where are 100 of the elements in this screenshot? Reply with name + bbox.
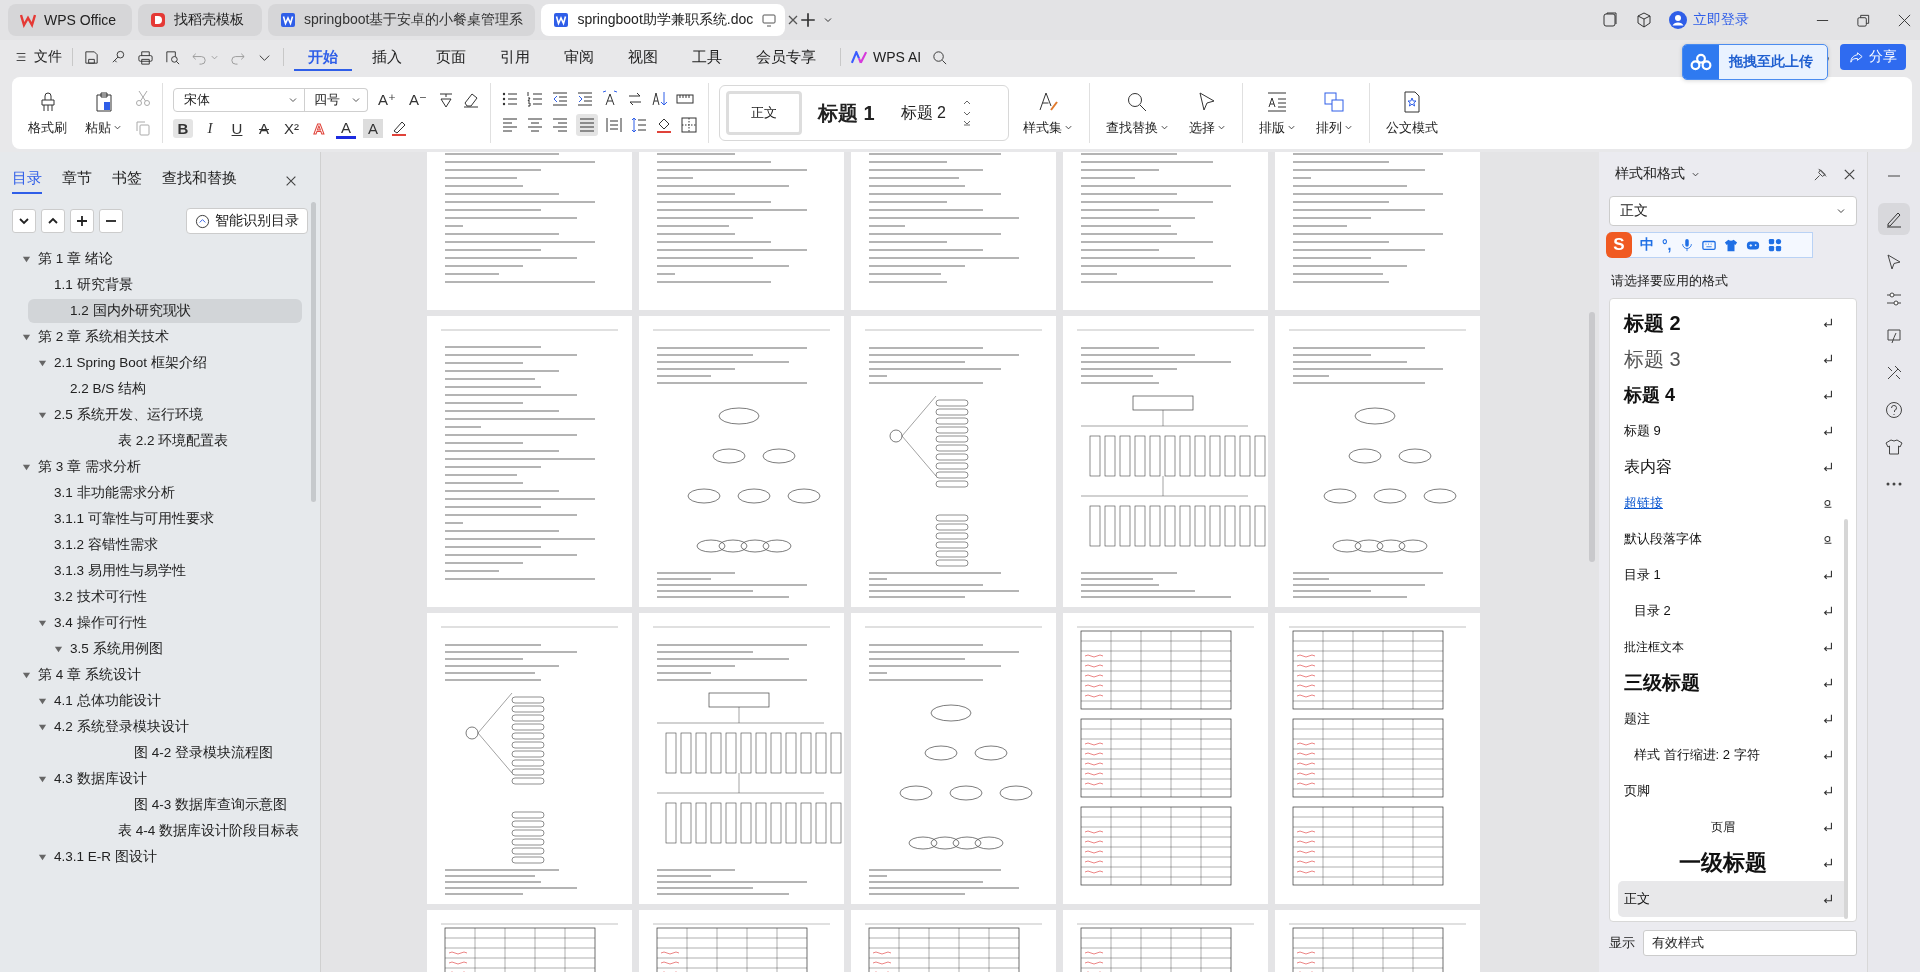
align-center-icon[interactable] (525, 116, 544, 134)
style-item[interactable]: 页眉 (1618, 809, 1848, 845)
search-icon[interactable] (931, 48, 949, 66)
official-mode-button[interactable]: 公文模式 (1379, 87, 1444, 139)
format-button[interactable]: I (200, 118, 220, 138)
font-select[interactable]: 宋体 (173, 87, 305, 112)
close-icon[interactable] (284, 174, 298, 188)
add-button[interactable] (70, 209, 94, 233)
upload-popup[interactable]: 拖拽至此上传 (1682, 44, 1828, 80)
page-thumbnail[interactable] (1063, 613, 1268, 904)
outline-item[interactable]: 4.1 总体功能设计 (38, 689, 171, 713)
style-item[interactable]: 页脚 (1618, 773, 1848, 809)
monitor-icon[interactable] (761, 12, 778, 28)
outline-item[interactable]: 3.1.2 容错性需求 (38, 533, 168, 557)
style-item[interactable]: 目录 2 (1618, 593, 1848, 629)
outline-item[interactable]: 图 4-2 登录模块流程图 (118, 741, 283, 765)
outline-item[interactable]: 4.2 系统登录模块设计 (38, 715, 199, 739)
outline-item[interactable]: 2.2 B/S 结构 (54, 377, 157, 401)
style-option[interactable]: 标题 2 (890, 91, 956, 135)
font-size-select[interactable]: 四号 (304, 87, 368, 112)
triangle-icon[interactable] (22, 332, 31, 342)
outline-item[interactable]: 表 4-4 数据库设计阶段目标表 (102, 819, 309, 843)
wps-ai-button[interactable]: WPS AI (851, 49, 922, 65)
outline-item[interactable]: 图 4-3 数据库查询示意图 (118, 793, 297, 817)
ribbon-tab[interactable]: 开始 (294, 43, 352, 71)
outline-item[interactable]: 2.1 Spring Boot 框架介绍 (38, 351, 217, 375)
file-menu[interactable]: 文件 (14, 48, 62, 66)
scrollbar[interactable] (1589, 312, 1595, 562)
style-item[interactable]: 超链接 (1618, 485, 1848, 521)
page-thumbnail[interactable] (427, 316, 632, 607)
fill-bucket-icon[interactable] (654, 116, 673, 134)
style-item[interactable]: 标题 4 (1618, 377, 1848, 413)
style-item[interactable]: 样式 首行缩进: 2 字符 (1618, 737, 1848, 773)
caret-icon[interactable] (823, 15, 834, 25)
format-button[interactable]: X² (281, 118, 302, 138)
outline-item[interactable]: 4.3 数据库设计 (38, 767, 157, 791)
shirt-icon[interactable] (1723, 238, 1738, 252)
print-icon[interactable] (137, 48, 154, 66)
document-tab[interactable]: springboot基于安卓的小餐桌管理系 (268, 4, 536, 36)
shirt-icon[interactable] (1884, 437, 1904, 457)
page-thumbnail[interactable] (1275, 316, 1480, 607)
restore-icon[interactable] (1856, 12, 1871, 28)
style-item[interactable]: 标题 2 (1618, 305, 1848, 341)
outline-item[interactable]: 3.4 操作可行性 (38, 611, 157, 635)
outline-item[interactable]: 4.3.1 E-R 图设计 (38, 845, 167, 869)
panel-tab[interactable]: 书签 (112, 168, 142, 194)
outline-item[interactable]: 3.1 非功能需求分析 (38, 481, 185, 505)
brush-icon[interactable] (1884, 326, 1904, 346)
outline-item[interactable]: 第 4 章 系统设计 (22, 663, 151, 687)
window-copy-icon[interactable] (1601, 11, 1619, 29)
triangle-icon[interactable] (38, 696, 47, 706)
layout-button[interactable]: 排版 (1252, 87, 1302, 139)
style-item[interactable]: 表内容 (1618, 449, 1848, 485)
panel-tab[interactable]: 章节 (62, 168, 92, 194)
pin-icon[interactable] (1813, 166, 1828, 182)
outline-item[interactable]: 第 2 章 系统相关技术 (22, 325, 179, 349)
page-thumbnail[interactable] (851, 613, 1056, 904)
borders-icon[interactable] (679, 116, 698, 134)
remove-button[interactable] (99, 209, 123, 233)
align-right-icon[interactable] (550, 116, 569, 134)
format-button[interactable]: U (227, 118, 247, 138)
triangle-icon[interactable] (38, 410, 47, 420)
document-tab[interactable]: WPS Office (8, 4, 132, 36)
smart-toc-button[interactable]: 智能识别目录 (186, 208, 308, 234)
paste-button[interactable]: 粘贴 (79, 87, 128, 139)
style-set-button[interactable]: 样式集 (1016, 87, 1079, 139)
panel-tab[interactable]: 目录 (12, 168, 42, 194)
login-link[interactable]: 立即登录 (1669, 11, 1749, 29)
show-select[interactable]: 有效样式 (1643, 930, 1857, 956)
outline-item[interactable]: 2.5 系统开发、运行环境 (38, 403, 213, 427)
select-button[interactable]: 选择 (1182, 87, 1232, 139)
style-item[interactable]: 标题 9 (1618, 413, 1848, 449)
panel-tab[interactable]: 查找和替换 (162, 168, 237, 194)
triangle-icon[interactable] (22, 670, 31, 680)
font-size-button[interactable]: A⁺ (375, 89, 399, 110)
page-thumbnail[interactable] (1063, 316, 1268, 607)
find-replace-button[interactable]: 查找替换 (1099, 87, 1175, 139)
page-thumbnail[interactable] (639, 613, 844, 904)
edit-tool-button[interactable] (1878, 203, 1910, 235)
outline-item[interactable]: 1.2 国内外研究现状 (28, 299, 302, 323)
ribbon-tab[interactable]: 会员专享 (742, 43, 830, 71)
share-button[interactable]: 分享 (1840, 44, 1906, 70)
triangle-icon[interactable] (38, 852, 47, 862)
outline-item[interactable]: 表 2.2 环境配置表 (102, 429, 239, 453)
triangle-icon[interactable] (38, 358, 47, 368)
panel-title[interactable]: 样式和格式 (1615, 165, 1685, 183)
expand-button[interactable] (41, 209, 65, 233)
save-icon[interactable] (83, 48, 100, 66)
document-tab[interactable]: 找稻壳模板 (138, 4, 262, 36)
line-spacing-icon[interactable] (629, 116, 648, 134)
page-thumbnail[interactable] (1275, 613, 1480, 904)
style-item[interactable]: 三级标题 (1618, 665, 1848, 701)
style-item[interactable]: 题注 (1618, 701, 1848, 737)
ribbon-tab[interactable]: 审阅 (550, 43, 608, 71)
format-button[interactable]: A (254, 118, 274, 138)
style-item[interactable]: 默认段落字体 (1618, 521, 1848, 557)
format-painter-button[interactable]: 格式刷 (22, 87, 73, 139)
justify-icon[interactable] (575, 114, 598, 136)
current-style-select[interactable]: 正文 (1609, 196, 1857, 226)
triangle-icon[interactable] (22, 254, 31, 264)
